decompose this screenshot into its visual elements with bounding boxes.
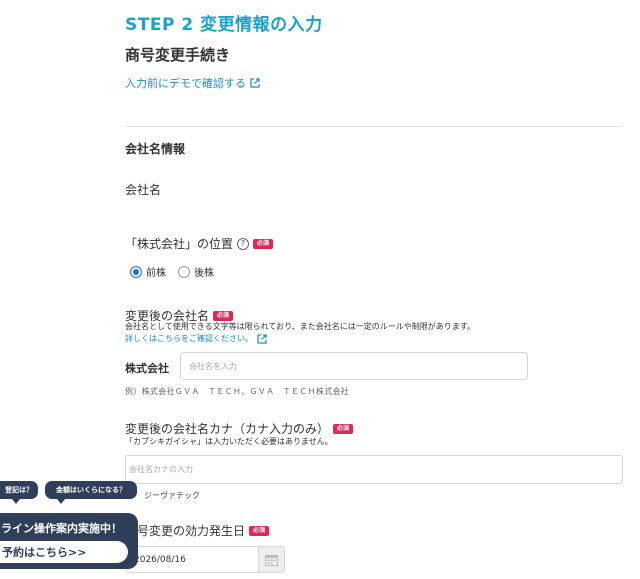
radio-atokabu-label: 後株 xyxy=(194,268,214,279)
kana-hint: ジーヴァテック xyxy=(144,491,200,500)
radio-maekabu[interactable]: 前株 xyxy=(130,264,166,279)
chat-bubble-price[interactable]: 金額はいくらになる？ xyxy=(45,481,137,504)
required-badge: 必須 xyxy=(213,310,234,321)
external-link-icon xyxy=(257,333,267,344)
section-divider xyxy=(125,126,622,127)
demo-link-label: 入力前にデモで確認する xyxy=(125,77,246,90)
radio-atokabu[interactable]: 後株 xyxy=(178,264,214,279)
chat-bubble-registration-label: 登記は？ xyxy=(5,486,33,494)
help-icon[interactable]: ? xyxy=(237,237,250,250)
calendar-button[interactable] xyxy=(258,547,284,572)
company-info-heading: 会社名情報 xyxy=(125,142,186,156)
required-badge: 必須 xyxy=(249,525,270,536)
company-name-example: 例）株式会社ＧＶＡ ＴＥＣＨ、ＧＶＡ ＴＥＣＨ株式会社 xyxy=(125,387,350,396)
step-title: STEP 2 変更情報の入力 xyxy=(125,15,323,35)
radio-selected-icon[interactable] xyxy=(130,265,142,278)
effective-date-value: 2026/08/16 xyxy=(134,554,186,565)
effective-date-input[interactable]: 2026/08/16 xyxy=(125,546,285,573)
chat-bubble-registration[interactable]: 登記は？ xyxy=(0,481,38,504)
page-title: 商号変更手続き xyxy=(125,46,231,64)
kana-field-label: 変更後の会社名カナ（カナ入力のみ） 必須 xyxy=(125,420,354,437)
position-field-label: 「株式会社」の位置 ? 必須 xyxy=(125,235,274,252)
external-link-icon xyxy=(250,78,260,88)
details-link-label: 詳しくはこちらをご確認ください。 xyxy=(125,334,253,343)
calendar-icon xyxy=(265,554,278,566)
effective-date-label: 商号変更の効力発生日 必須 xyxy=(125,522,270,539)
radio-maekabu-label: 前株 xyxy=(146,268,166,279)
reservation-cta-button[interactable]: 予約はこちら>> xyxy=(0,541,128,563)
details-link[interactable]: 詳しくはこちらをご確認ください。 xyxy=(125,333,267,344)
new-name-note: 会社名として使用できる文字等は限られており、また会社名には一定のルールや制限があ… xyxy=(125,322,475,331)
company-name-placeholder: 会社名を入力 xyxy=(189,361,237,371)
required-badge: 必須 xyxy=(253,238,274,249)
position-radio-group: 前株 後株 xyxy=(130,264,214,279)
company-name-input[interactable]: 会社名を入力 xyxy=(180,352,528,380)
kana-label-text: 変更後の会社名カナ（カナ入力のみ） xyxy=(125,422,330,436)
chat-bubble-price-label: 金額はいくらになる？ xyxy=(56,486,126,494)
reservation-cta-label: 予約はこちら>> xyxy=(2,546,87,559)
kana-placeholder: 会社名カナの入力 xyxy=(129,465,193,474)
radio-unselected-icon[interactable] xyxy=(178,265,190,278)
company-name-label: 会社名 xyxy=(125,183,162,197)
kabushiki-prefix: 株式会社 xyxy=(125,362,169,375)
effective-date-label-text: 商号変更の効力発生日 xyxy=(125,524,246,538)
kana-input[interactable]: 会社名カナの入力 xyxy=(125,455,623,484)
kana-note: 「カブシキガイシャ」は入力いただく必要はありません。 xyxy=(125,437,333,446)
demo-link[interactable]: 入力前にデモで確認する xyxy=(125,75,260,91)
position-label-text: 「株式会社」の位置 xyxy=(125,237,234,251)
chat-banner-title: ライン操作案内実施中！ xyxy=(1,522,122,535)
required-badge: 必須 xyxy=(333,423,354,434)
